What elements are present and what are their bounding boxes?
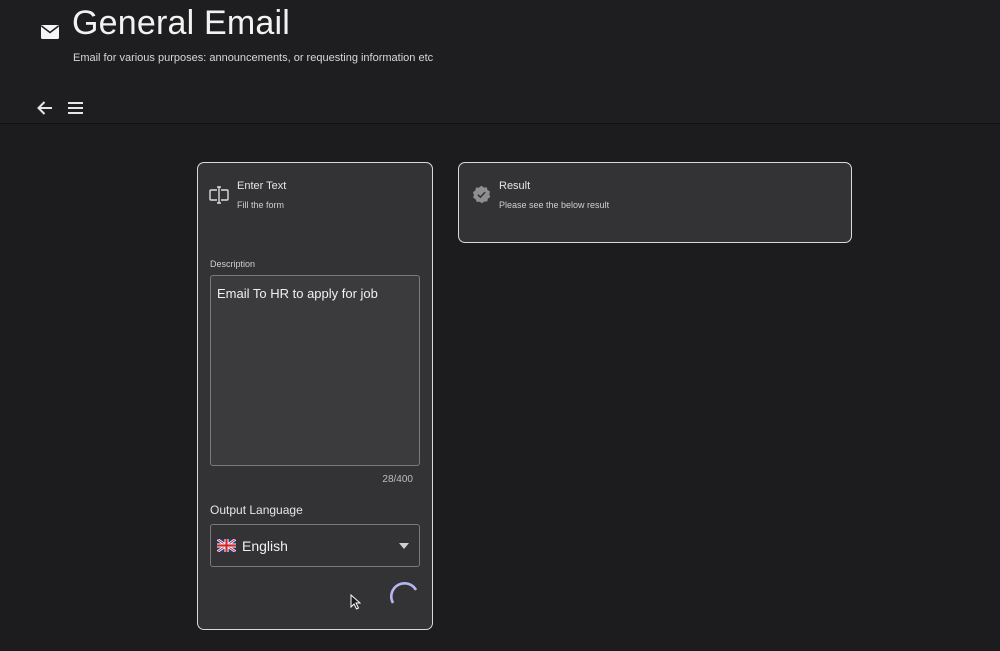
page-title: General Email: [72, 4, 291, 42]
chevron-down-icon: [399, 543, 409, 549]
description-input[interactable]: Email To HR to apply for job: [210, 275, 420, 466]
mail-icon: [41, 25, 59, 39]
loading-spinner-icon: [390, 582, 418, 604]
output-language-select[interactable]: English: [210, 524, 420, 567]
result-card-title: Result: [499, 180, 531, 192]
output-language-value: English: [242, 538, 288, 554]
arrow-left-icon[interactable]: [36, 99, 54, 117]
menu-icon[interactable]: [67, 100, 84, 116]
text-cursor-icon: [209, 186, 229, 204]
input-card-subtitle: Fill the form: [237, 200, 285, 210]
description-label: Description: [210, 259, 256, 269]
character-counter: 28/400: [382, 474, 413, 485]
page-subtitle: Email for various purposes: announcement…: [73, 52, 434, 64]
input-card-title: Enter Text: [237, 180, 287, 192]
result-card: Result Please see the below result: [458, 162, 852, 243]
app-header: General Email Email for various purposes…: [0, 0, 1000, 124]
mouse-cursor-icon: [350, 594, 361, 610]
result-card-subtitle: Please see the below result: [499, 200, 610, 210]
check-badge-icon: [472, 185, 491, 204]
output-language-label: Output Language: [210, 503, 303, 517]
uk-flag-icon: [217, 539, 236, 552]
input-card: Enter Text Fill the form Description Ema…: [197, 162, 433, 630]
